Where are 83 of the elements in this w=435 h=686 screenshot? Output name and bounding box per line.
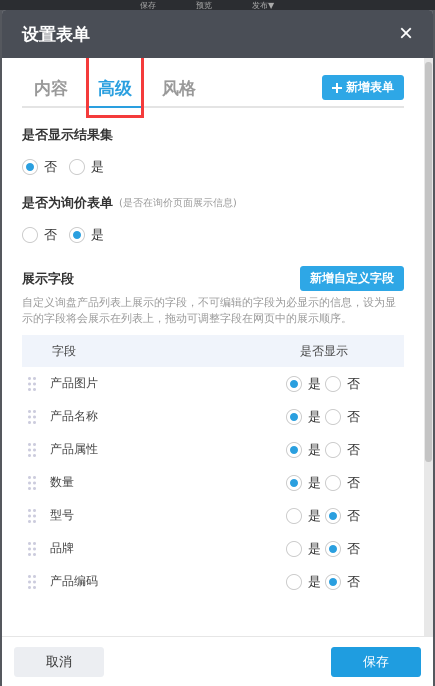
radio-button[interactable] bbox=[325, 574, 341, 590]
radio-button[interactable] bbox=[22, 159, 38, 175]
toolbar-item[interactable]: 预览 bbox=[196, 1, 212, 10]
radio-option[interactable]: 是 bbox=[69, 226, 104, 244]
close-button[interactable]: × bbox=[398, 22, 413, 46]
radio-label: 否 bbox=[347, 574, 360, 590]
radio-option[interactable]: 否 bbox=[325, 440, 360, 458]
radio-label: 是 bbox=[308, 508, 321, 524]
radio-option[interactable]: 否 bbox=[325, 506, 360, 524]
radio-label: 是 bbox=[308, 442, 321, 458]
radio-button[interactable] bbox=[325, 442, 341, 458]
radio-label: 是 bbox=[308, 474, 321, 492]
plus-icon bbox=[332, 82, 342, 92]
radio-button[interactable] bbox=[69, 227, 85, 243]
radio-label: 否 bbox=[44, 227, 57, 244]
radio-button[interactable] bbox=[22, 227, 38, 243]
column-header: 是否显示 bbox=[300, 342, 349, 360]
drag-handle-icon[interactable] bbox=[28, 410, 36, 424]
radio-option[interactable]: 否 bbox=[325, 474, 360, 492]
radio-label: 是 bbox=[308, 408, 321, 426]
drag-handle-icon[interactable] bbox=[28, 574, 36, 588]
toolbar-item[interactable]: 发布▼ bbox=[252, 1, 274, 10]
radio-button[interactable] bbox=[69, 159, 85, 175]
drag-handle-icon[interactable] bbox=[28, 376, 36, 390]
radio-option[interactable]: 否 bbox=[325, 572, 360, 590]
drag-handle-icon[interactable] bbox=[28, 442, 36, 456]
field-name: 型号 bbox=[50, 507, 75, 524]
radio-button[interactable] bbox=[325, 540, 341, 556]
radio-label: 是 bbox=[308, 574, 321, 590]
radio-button[interactable] bbox=[325, 474, 341, 490]
radio-label: 是 bbox=[308, 540, 321, 558]
radio-option[interactable]: 是 bbox=[286, 506, 321, 524]
radio-label: 否 bbox=[347, 442, 360, 458]
radio-option[interactable]: 是 bbox=[69, 158, 104, 176]
radio-option[interactable]: 否 bbox=[325, 374, 360, 392]
radio-button[interactable] bbox=[325, 376, 341, 392]
radio-option[interactable]: 否 bbox=[22, 158, 57, 176]
radio-label: 是 bbox=[91, 159, 104, 176]
radio-label: 否 bbox=[347, 408, 360, 426]
radio-label: 否 bbox=[347, 376, 360, 392]
drag-handle-icon[interactable] bbox=[28, 508, 36, 522]
radio-option[interactable]: 是 bbox=[286, 408, 321, 426]
radio-label: 是 bbox=[91, 227, 104, 244]
radio-button[interactable] bbox=[286, 474, 302, 490]
dialog-title: 设置表单 bbox=[22, 24, 90, 46]
toolbar-item[interactable]: 保存 bbox=[140, 1, 156, 10]
section-title: 展示字段 bbox=[22, 270, 74, 288]
radio-label: 否 bbox=[44, 159, 57, 176]
radio-label: 否 bbox=[347, 540, 360, 558]
radio-option[interactable]: 否 bbox=[325, 540, 360, 558]
section-note: (是否在询价页面展示信息) bbox=[119, 196, 237, 210]
section-title: 是否显示结果集 bbox=[22, 127, 113, 144]
radio-option[interactable]: 否 bbox=[325, 408, 360, 426]
radio-button[interactable] bbox=[325, 508, 341, 524]
field-name: 产品名称 bbox=[50, 408, 99, 425]
radio-button[interactable] bbox=[286, 408, 302, 424]
field-name: 数量 bbox=[50, 474, 75, 491]
radio-button[interactable] bbox=[286, 540, 302, 556]
radio-label: 否 bbox=[347, 508, 360, 524]
radio-button[interactable] bbox=[286, 574, 302, 590]
scrollbar[interactable] bbox=[424, 58, 433, 636]
radio-button[interactable] bbox=[325, 408, 341, 424]
field-name: 品牌 bbox=[50, 540, 75, 557]
cancel-button[interactable]: 取消 bbox=[14, 646, 104, 676]
radio-button[interactable] bbox=[286, 376, 302, 392]
section-title: 是否为询价表单 bbox=[22, 195, 113, 212]
radio-option[interactable]: 是 bbox=[286, 374, 321, 392]
field-name: 产品编码 bbox=[50, 573, 99, 590]
radio-option[interactable]: 是 bbox=[286, 572, 321, 590]
radio-option[interactable]: 是 bbox=[286, 440, 321, 458]
radio-button[interactable] bbox=[286, 442, 302, 458]
column-header: 字段 bbox=[52, 342, 77, 360]
drag-handle-icon[interactable] bbox=[28, 542, 36, 556]
radio-label: 否 bbox=[347, 474, 360, 492]
section-description: 自定义询盘产品列表上展示的字段，不可编辑的字段为必显示的信息，设为显示的字段将会展示在列表上，拖动可调整字段在网页中的展示顺序。 bbox=[22, 295, 397, 327]
drag-handle-icon[interactable] bbox=[28, 476, 36, 490]
radio-button[interactable] bbox=[286, 508, 302, 524]
radio-label: 是 bbox=[308, 376, 321, 392]
field-name: 产品属性 bbox=[50, 441, 99, 458]
field-name: 产品图片 bbox=[50, 375, 99, 392]
radio-option[interactable]: 否 bbox=[22, 226, 57, 244]
radio-option[interactable]: 是 bbox=[286, 474, 321, 492]
radio-option[interactable]: 是 bbox=[286, 540, 321, 558]
